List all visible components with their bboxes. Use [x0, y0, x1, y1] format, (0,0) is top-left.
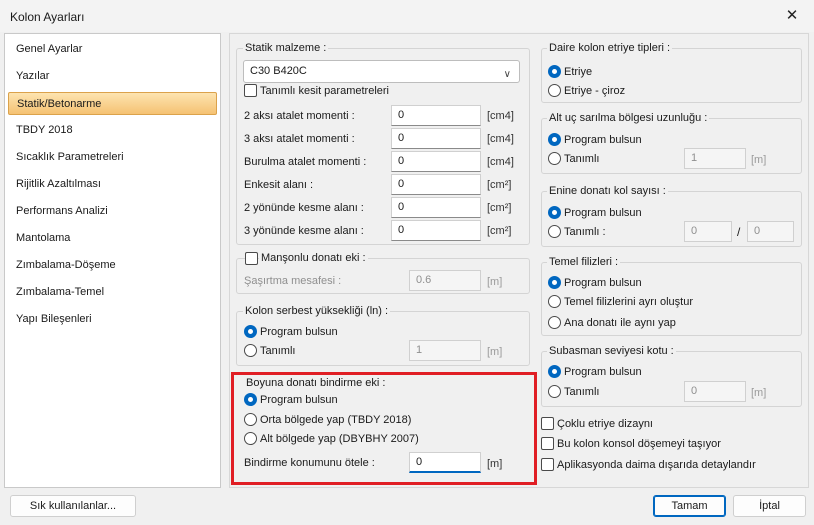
prop-unit-i3: [cm4]: [487, 133, 514, 145]
nav-item-zimbalama-temel[interactable]: Zımbalama-Temel: [8, 281, 217, 304]
nav-item-mantolama[interactable]: Mantolama: [8, 227, 217, 250]
starter-bars-group-label: Temel filizleri :: [547, 256, 621, 269]
close-icon[interactable]: ✕: [782, 6, 802, 26]
cantilever-slab-label: Bu kolon konsol döşemeyi taşıyor: [557, 438, 721, 450]
tie-legs-group-label: Enine donatı kol sayısı :: [547, 185, 668, 198]
nav-item-yapi-bilesenleri[interactable]: Yapı Bileşenleri: [8, 308, 217, 331]
manson-offset-label: Şaşırtma mesafesi :: [244, 275, 342, 287]
free-height-auto-radio[interactable]: [244, 325, 257, 338]
tie-legs-input-2[interactable]: 0: [747, 221, 794, 242]
multiple-ties-checkbox[interactable]: [541, 417, 554, 430]
free-height-auto-label: Program bulsun: [260, 326, 338, 338]
prop-unit-shear2: [cm²]: [487, 202, 512, 214]
confinement-auto-radio[interactable]: [548, 133, 561, 146]
prop-unit-i2: [cm4]: [487, 110, 514, 122]
plinth-level-auto-radio[interactable]: [548, 365, 561, 378]
confinement-unit: [m]: [751, 154, 767, 166]
manson-group-label: Manşonlu donatı eki :: [259, 252, 368, 265]
prop-label-torsion: Burulma atalet momenti :: [244, 156, 367, 168]
nav-item-yazilar[interactable]: Yazılar: [8, 65, 217, 88]
free-height-input[interactable]: 1: [409, 340, 481, 361]
prop-unit-torsion: [cm4]: [487, 156, 514, 168]
free-height-unit: [m]: [487, 346, 503, 358]
starter-bars-separate-label: Temel filizlerini ayrı oluştur: [564, 296, 693, 308]
prop-input-shear2[interactable]: 0: [391, 197, 481, 218]
settings-nav: Genel Ayarlar Yazılar Statik/Betonarme T…: [4, 33, 221, 488]
free-height-custom-label: Tanımlı: [260, 345, 296, 357]
nav-item-performans[interactable]: Performans Analizi: [8, 200, 217, 223]
plinth-level-custom-radio[interactable]: [548, 385, 561, 398]
nav-item-genel-ayarlar[interactable]: Genel Ayarlar: [8, 38, 217, 61]
nav-item-tbdy-2018[interactable]: TBDY 2018: [8, 119, 217, 142]
detail-outside-checkbox[interactable]: [541, 458, 554, 471]
prop-unit-shear3: [cm²]: [487, 225, 512, 237]
free-height-custom-radio[interactable]: [244, 344, 257, 357]
free-height-group-label: Kolon serbest yüksekliği (ln) :: [243, 305, 391, 318]
plinth-level-unit: [m]: [751, 387, 767, 399]
highlight-annotation-box: [231, 372, 537, 485]
confinement-custom-radio[interactable]: [548, 152, 561, 165]
ok-button[interactable]: Tamam: [653, 495, 726, 517]
prop-input-i3[interactable]: 0: [391, 128, 481, 149]
tie-legs-separator: /: [737, 225, 741, 239]
tie-legs-auto-label: Program bulsun: [564, 207, 642, 219]
prop-unit-area: [cm²]: [487, 179, 512, 191]
confinement-input[interactable]: 1: [684, 148, 746, 169]
circular-tie-etriye-radio[interactable]: [548, 65, 561, 78]
prop-label-i3: 3 aksı atalet momenti :: [244, 133, 355, 145]
plinth-level-auto-label: Program bulsun: [564, 366, 642, 378]
nav-item-rijitlik[interactable]: Rijitlik Azaltılması: [8, 173, 217, 196]
confinement-custom-label: Tanımlı: [564, 153, 600, 165]
statik-group-label: Statik malzeme :: [243, 42, 329, 55]
cantilever-slab-checkbox[interactable]: [541, 437, 554, 450]
starter-bars-separate-radio[interactable]: [548, 295, 561, 308]
tie-legs-auto-radio[interactable]: [548, 206, 561, 219]
circular-tie-group-label: Daire kolon etriye tipleri :: [547, 42, 673, 55]
tie-legs-custom-label: Tanımlı :: [564, 226, 606, 238]
confinement-auto-label: Program bulsun: [564, 134, 642, 146]
nav-item-zimbalama-doseme[interactable]: Zımbalama-Döşeme: [8, 254, 217, 277]
plinth-level-custom-label: Tanımlı: [564, 386, 600, 398]
window-title: Kolon Ayarları: [10, 10, 85, 24]
cancel-button[interactable]: İptal: [733, 495, 806, 517]
prop-label-area: Enkesit alanı :: [244, 179, 314, 191]
prop-label-i2: 2 aksı atalet momenti :: [244, 110, 355, 122]
starter-bars-same-radio[interactable]: [548, 316, 561, 329]
plinth-level-group-label: Subasman seviyesi kotu :: [547, 345, 676, 358]
custom-section-checkbox[interactable]: [244, 84, 257, 97]
detail-outside-label: Aplikasyonda daima dışarıda detaylandır: [557, 459, 756, 471]
circular-tie-ciroz-radio[interactable]: [548, 84, 561, 97]
tie-legs-custom-radio[interactable]: [548, 225, 561, 238]
prop-label-shear2: 2 yönünde kesme alanı :: [244, 202, 364, 214]
circular-tie-ciroz-label: Etriye - çiroz: [564, 85, 626, 97]
chevron-down-icon: ∨: [503, 69, 511, 80]
nav-item-statik-betonarme[interactable]: Statik/Betonarme: [8, 92, 217, 115]
prop-input-shear3[interactable]: 0: [391, 220, 481, 241]
title-bar: Kolon Ayarları ✕: [0, 0, 814, 32]
tie-legs-input-1[interactable]: 0: [684, 221, 732, 242]
nav-item-sicaklik[interactable]: Sıcaklık Parametreleri: [8, 146, 217, 169]
custom-section-label: Tanımlı kesit parametreleri: [260, 85, 389, 97]
material-select-value: C30 B420C: [250, 65, 307, 77]
prop-input-i2[interactable]: 0: [391, 105, 481, 126]
plinth-level-input[interactable]: 0: [684, 381, 746, 402]
prop-input-area[interactable]: 0: [391, 174, 481, 195]
prop-label-shear3: 3 yönünde kesme alanı :: [244, 225, 364, 237]
starter-bars-auto-label: Program bulsun: [564, 277, 642, 289]
manson-checkbox[interactable]: [245, 252, 258, 265]
manson-offset-unit: [m]: [487, 276, 503, 288]
prop-input-torsion[interactable]: 0: [391, 151, 481, 172]
manson-offset-input[interactable]: 0.6: [409, 270, 481, 291]
starter-bars-auto-radio[interactable]: [548, 276, 561, 289]
material-select[interactable]: C30 B420C ∨: [243, 60, 520, 83]
circular-tie-etriye-label: Etriye: [564, 66, 593, 78]
confinement-group-label: Alt uç sarılma bölgesi uzunluğu :: [547, 112, 710, 125]
multiple-ties-label: Çoklu etriye dizaynı: [557, 418, 653, 430]
starter-bars-same-label: Ana donatı ile aynı yap: [564, 317, 676, 329]
favorites-button[interactable]: Sık kullanılanlar...: [10, 495, 136, 517]
